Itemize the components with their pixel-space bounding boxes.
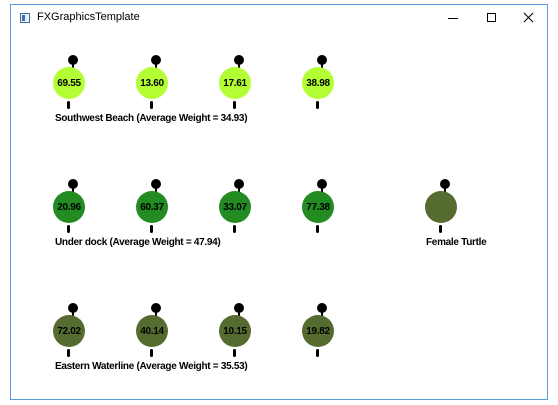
turtle: 33.07	[219, 179, 259, 239]
app-icon	[20, 13, 30, 23]
female-turtle	[425, 179, 465, 239]
turtle-tail	[233, 225, 236, 233]
turtle: 10.15	[219, 303, 259, 363]
turtle-tail	[439, 225, 442, 233]
turtle-shell: 20.96	[53, 191, 85, 223]
group-label: Under dock (Average Weight = 47.94)	[55, 237, 221, 248]
window-title: FXGraphicsTemplate	[37, 11, 140, 23]
turtle-tail	[67, 225, 70, 233]
turtle-tail	[150, 101, 153, 109]
turtle: 40.14	[136, 303, 176, 363]
turtle: 69.55	[53, 55, 93, 115]
turtle-shell: 13.60	[136, 67, 168, 99]
turtle-tail	[67, 349, 70, 357]
turtle-shell: 60.37	[136, 191, 168, 223]
turtle: 17.61	[219, 55, 259, 115]
turtle-shell: 69.55	[53, 67, 85, 99]
turtle-shell: 38.98	[302, 67, 334, 99]
turtle-tail	[233, 349, 236, 357]
turtle-tail	[233, 101, 236, 109]
turtle-shell	[425, 191, 457, 223]
turtle-shell: 77.38	[302, 191, 334, 223]
turtle-tail	[67, 101, 70, 109]
turtle-tail	[316, 225, 319, 233]
app-window: FXGraphicsTemplate 69.55 13.60 17.61 38.…	[10, 4, 548, 400]
group-label: Southwest Beach (Average Weight = 34.93)	[55, 113, 248, 124]
turtle-tail	[150, 225, 153, 233]
female-turtle-label: Female Turtle	[426, 237, 487, 248]
turtle: 38.98	[302, 55, 342, 115]
minimize-button[interactable]	[435, 5, 471, 31]
turtle-shell: 40.14	[136, 315, 168, 347]
turtle: 19.82	[302, 303, 342, 363]
turtle: 20.96	[53, 179, 93, 239]
turtle: 60.37	[136, 179, 176, 239]
turtle: 72.02	[53, 303, 93, 363]
maximize-button[interactable]	[474, 5, 510, 31]
turtle-tail	[150, 349, 153, 357]
turtle-shell: 10.15	[219, 315, 251, 347]
title-bar[interactable]: FXGraphicsTemplate	[11, 5, 547, 31]
turtle: 77.38	[302, 179, 342, 239]
group-label: Eastern Waterline (Average Weight = 35.5…	[55, 361, 248, 372]
turtle-shell: 33.07	[219, 191, 251, 223]
turtle-tail	[316, 349, 319, 357]
turtle: 13.60	[136, 55, 176, 115]
turtle-shell: 72.02	[53, 315, 85, 347]
turtle-shell: 17.61	[219, 67, 251, 99]
turtle-tail	[316, 101, 319, 109]
turtle-shell: 19.82	[302, 315, 334, 347]
close-button[interactable]	[511, 5, 547, 31]
